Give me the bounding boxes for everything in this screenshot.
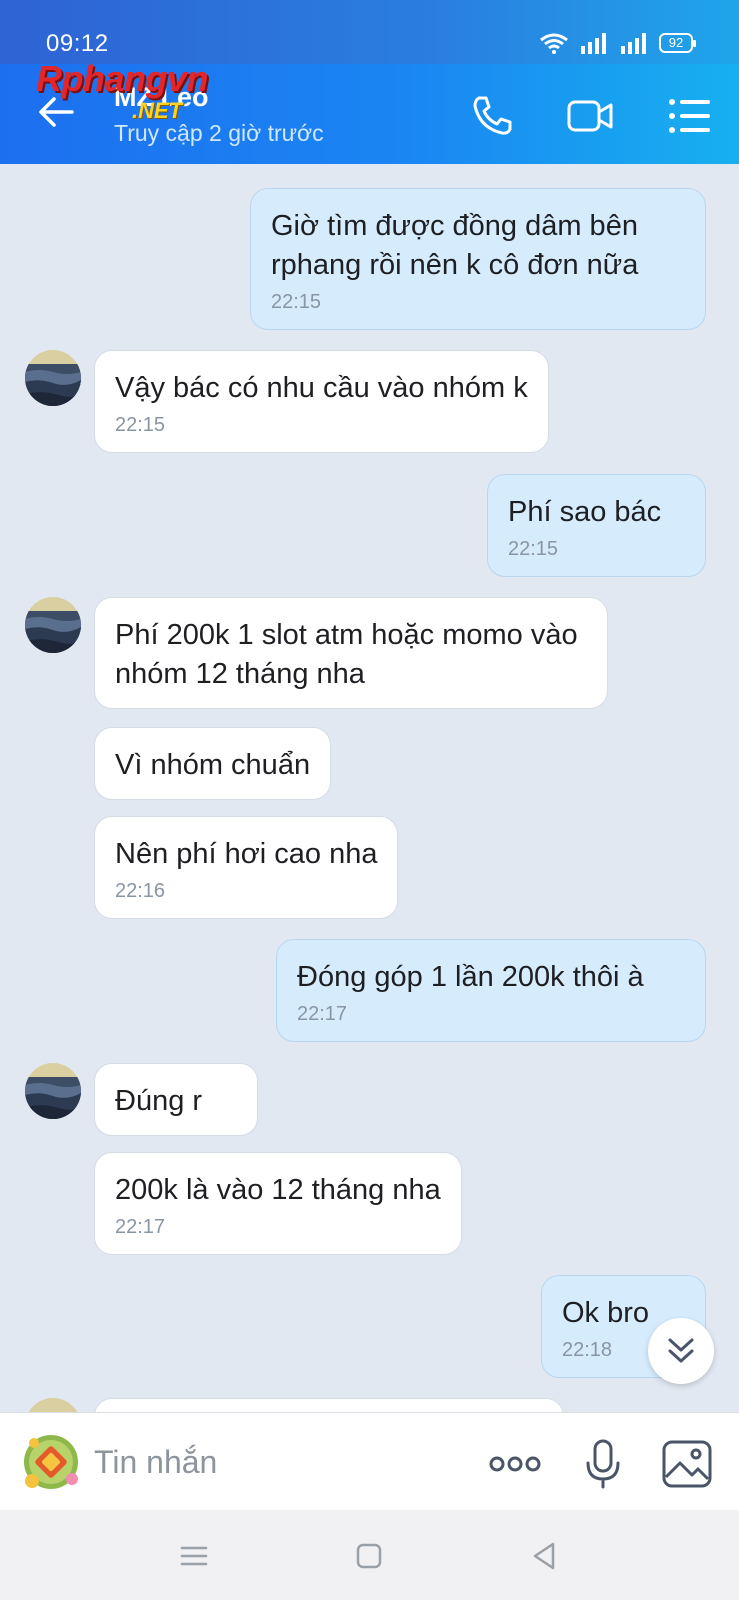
message-text: Đúng r <box>115 1085 203 1117</box>
message-input[interactable] <box>94 1435 454 1489</box>
message-time: 22:15 <box>508 538 559 560</box>
message-outgoing[interactable]: Đóng góp 1 lần 200k thôi à 22:17 <box>276 939 706 1042</box>
avatar-image <box>25 597 81 653</box>
message-incoming[interactable]: Vì nhóm chuẩn <box>94 727 332 800</box>
chat-messages[interactable]: Giờ tìm được đồng dâm bên rphang rồi nên… <box>0 164 739 1412</box>
message-input-bar <box>0 1412 739 1510</box>
avatar[interactable] <box>25 1398 81 1412</box>
message-text: Giờ tìm được đồng dâm bên rphang rồi nên… <box>271 210 639 281</box>
message-text: Vì nhóm chuẩn <box>115 749 311 781</box>
message-incoming[interactable]: 200k là vào 12 tháng nha 22:17 <box>94 1152 462 1255</box>
message-text: Phí 200k 1 slot atm hoặc momo vào nhóm 1… <box>115 619 578 690</box>
avatar-image <box>25 350 81 406</box>
avatar[interactable] <box>25 597 81 653</box>
microphone-icon[interactable] <box>576 1439 630 1489</box>
watermark-logo: Rphangvn .NET <box>36 58 266 128</box>
status-bar: 09:12 92 <box>0 0 739 64</box>
scroll-to-bottom-button[interactable] <box>648 1318 714 1384</box>
status-time: 09:12 <box>46 30 109 57</box>
video-call-icon[interactable] <box>566 92 614 140</box>
message-outgoing[interactable]: Giờ tìm được đồng dâm bên rphang rồi nên… <box>250 188 706 330</box>
sticker-icon[interactable] <box>22 1433 80 1491</box>
message-time: 22:15 <box>115 414 166 436</box>
signal-icon-2 <box>621 33 646 54</box>
signal-icon <box>581 33 606 54</box>
avatar-image <box>25 1063 81 1119</box>
more-icon[interactable] <box>488 1439 542 1489</box>
message-text: Ok bro <box>562 1297 650 1329</box>
system-nav-bar <box>0 1510 739 1600</box>
message-time: 22:17 <box>297 1003 348 1025</box>
watermark-main-text: Rphangvn <box>36 58 209 99</box>
message-text: Phí sao bác <box>508 496 662 528</box>
double-chevron-down-icon <box>668 1338 694 1363</box>
message-outgoing[interactable]: Phí sao bác 22:15 <box>487 474 706 577</box>
avatar-image <box>25 1398 81 1412</box>
menu-list-icon[interactable] <box>665 92 713 140</box>
home-icon[interactable] <box>353 1540 385 1572</box>
battery-indicator: 92 <box>659 33 696 53</box>
avatar[interactable] <box>25 1063 81 1119</box>
message-text: Nên phí hơi cao nha <box>115 838 378 870</box>
message-time: 22:15 <box>271 291 322 313</box>
message-incoming[interactable]: Vậy bác có nhu cầu vào nhóm k 22:15 <box>94 350 549 453</box>
message-incoming-partial[interactable] <box>94 1398 564 1412</box>
status-icons: 92 <box>539 32 696 54</box>
message-text: 200k là vào 12 tháng nha <box>115 1174 441 1206</box>
phone-icon[interactable] <box>468 92 516 140</box>
message-incoming[interactable]: Đúng r <box>94 1063 258 1136</box>
back-nav-icon[interactable] <box>528 1540 560 1572</box>
image-icon[interactable] <box>660 1439 714 1489</box>
wifi-icon <box>540 33 568 54</box>
message-incoming[interactable]: Nên phí hơi cao nha 22:16 <box>94 816 399 919</box>
message-text: Đóng góp 1 lần 200k thôi à <box>297 961 644 993</box>
watermark-sub-text: .NET <box>132 98 183 123</box>
message-time: 22:17 <box>115 1216 166 1238</box>
recent-apps-icon[interactable] <box>178 1540 210 1572</box>
message-time: 22:16 <box>115 880 166 902</box>
chat-header: 09:12 92 MZ Leo Truy cập 2 giờ trước Rph… <box>0 0 739 164</box>
avatar[interactable] <box>25 350 81 406</box>
message-incoming[interactable]: Phí 200k 1 slot atm hoặc momo vào nhóm 1… <box>94 597 608 709</box>
message-text: Vậy bác có nhu cầu vào nhóm k <box>115 372 528 404</box>
